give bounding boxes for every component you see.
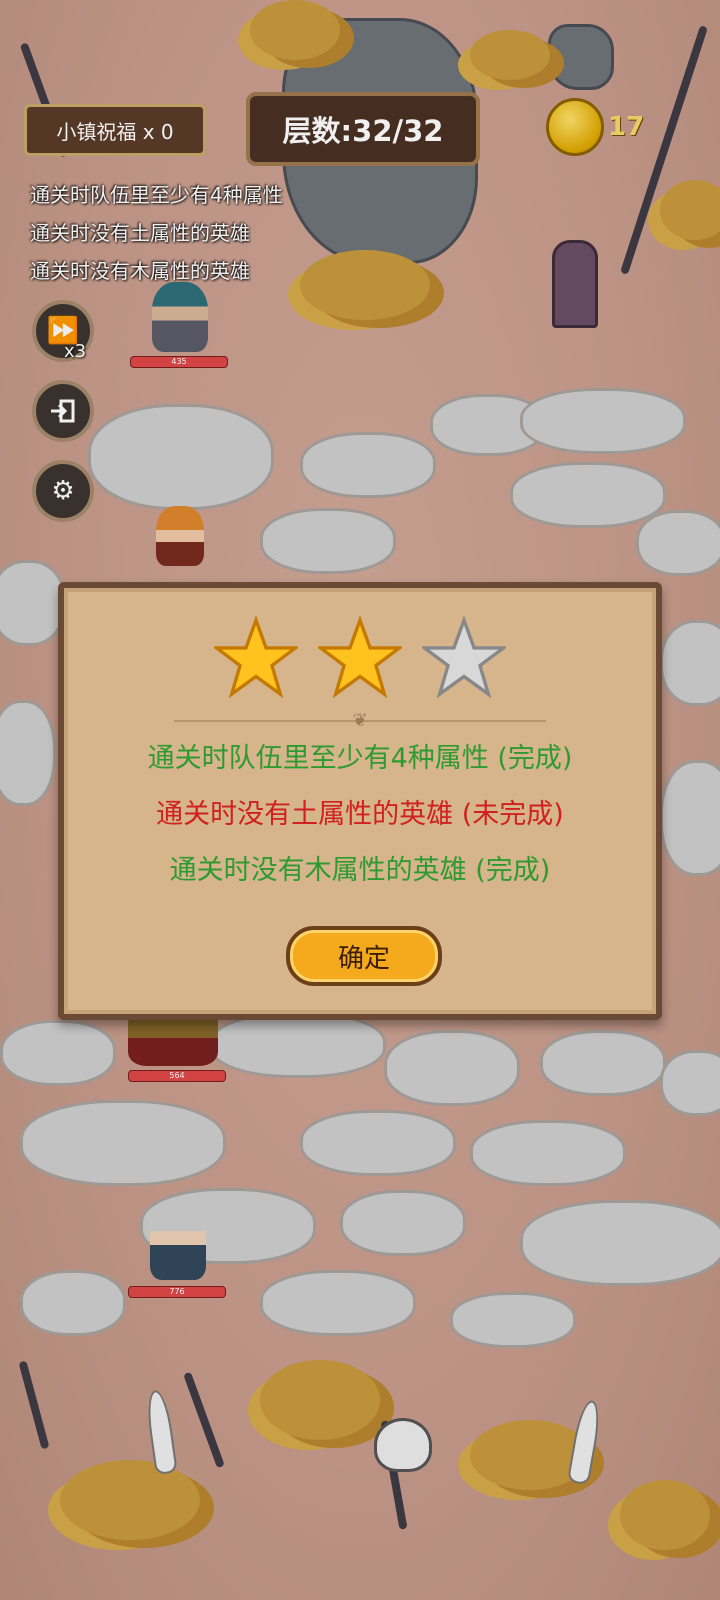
result-line: 通关时队伍里至少有4种属性 (完成) (147, 743, 573, 774)
confirm-label: 确定 (337, 943, 390, 974)
star-rating (64, 615, 656, 700)
result-line: 通关时没有土属性的英雄 (未完成) (156, 799, 564, 830)
star-gold-icon (211, 615, 301, 700)
star-silver-icon (419, 615, 509, 700)
confirm-button[interactable]: 确定 (286, 926, 442, 986)
star-gold-icon (315, 615, 405, 700)
stage-result-dialog: ❦ 通关时队伍里至少有4种属性 (完成) 通关时没有土属性的英雄 (未完成) 通… (58, 582, 662, 1020)
result-line: 通关时没有木属性的英雄 (完成) (169, 855, 551, 886)
ornament-icon: ❦ (352, 710, 368, 731)
